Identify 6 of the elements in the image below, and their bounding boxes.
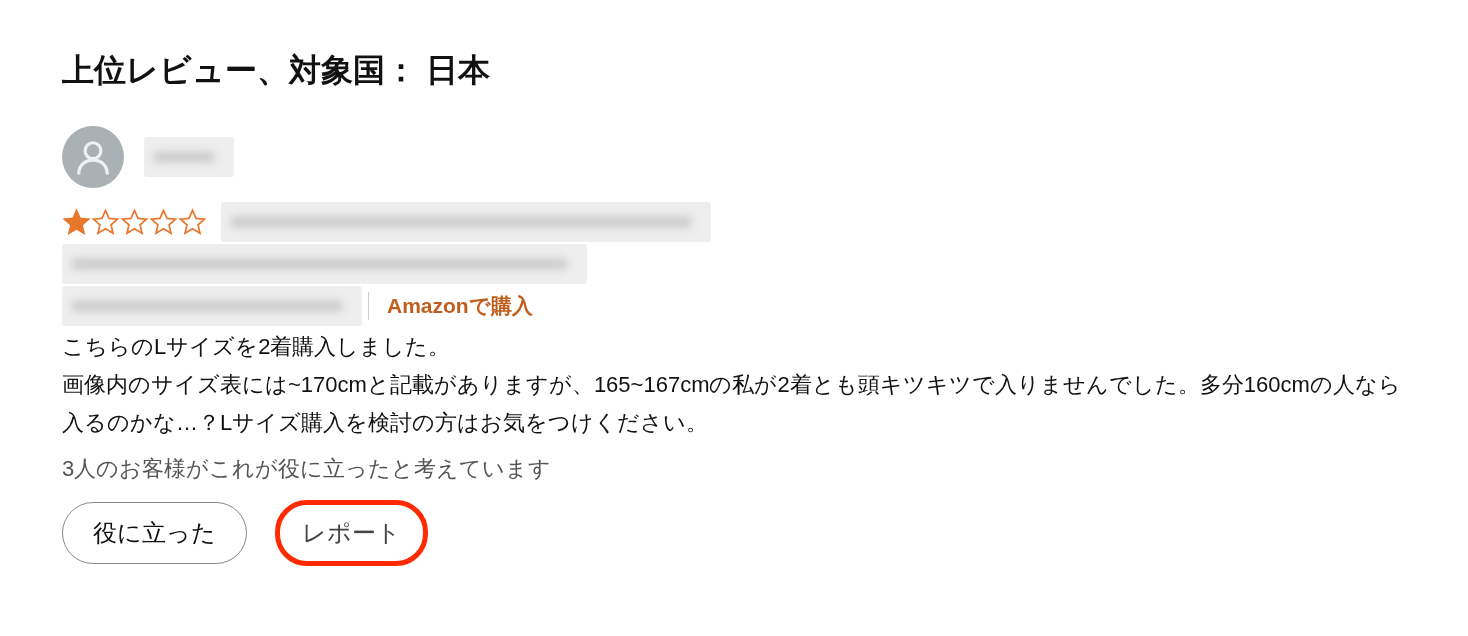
- verified-purchase-label: Amazonで購入: [368, 292, 533, 320]
- helpful-button[interactable]: 役に立った: [62, 502, 247, 564]
- review-text: こちらのLサイズを2着購入しました。 画像内のサイズ表には~170cmと記載がありますが、165~167cmの私が2着とも頭キツキツで入りませんでした。多分160cmの人なら入るのかな…？Lサイズ購入を検討の方はお気をつけください。: [62, 333, 1402, 437]
- report-button[interactable]: レポート: [275, 500, 428, 566]
- section-heading: 上位レビュー、対象国： 日本: [62, 51, 491, 90]
- helpful-count: 3人のお客様がこれが役に立ったと考えています: [62, 455, 553, 483]
